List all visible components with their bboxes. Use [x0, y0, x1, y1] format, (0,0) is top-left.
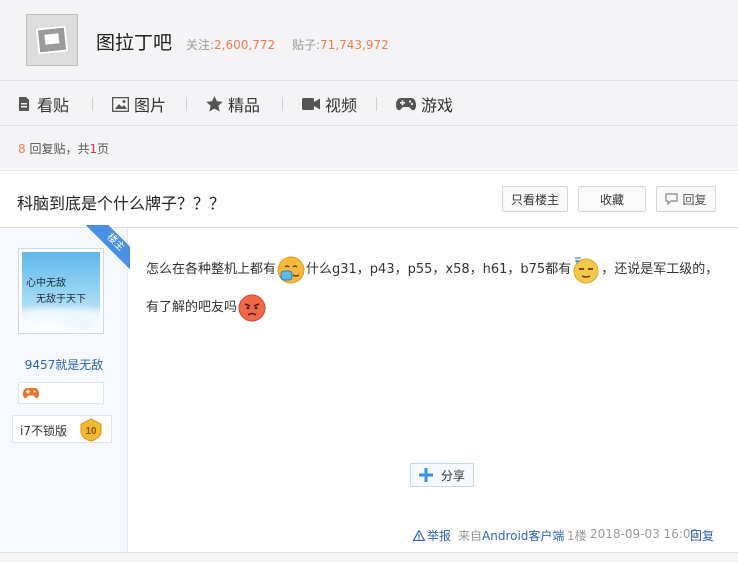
post-content: 怎么在各种整机上都有 什么g31，p43，p55，x58，h61，b75都有 ，还说… — [146, 251, 726, 327]
member-level[interactable]: i7不锁版 10 — [12, 415, 112, 443]
nav-divider — [376, 97, 377, 111]
tab-images[interactable]: 图片 — [112, 93, 166, 115]
report-link[interactable]: 举报 — [413, 527, 451, 544]
post-divider — [0, 552, 738, 562]
tab-games[interactable]: 游戏 — [396, 93, 453, 115]
plus-icon — [418, 468, 433, 482]
share-button[interactable]: 分享 — [410, 463, 474, 487]
sweat-emoji-icon — [573, 257, 599, 283]
thread-title: 科脑到底是个什么牌子？？？ — [17, 194, 226, 213]
username[interactable]: 9457就是无敌 — [0, 356, 128, 373]
nav-divider — [186, 97, 187, 111]
warning-icon — [413, 530, 425, 541]
tab-featured[interactable]: 精品 — [206, 93, 260, 115]
posts-stat: 贴子:71,743,972 — [292, 38, 389, 52]
video-icon — [302, 98, 320, 110]
image-icon — [112, 96, 129, 112]
post-timestamp: 2018-09-03 16:00 — [590, 527, 699, 541]
post-content-area: 怎么在各种整机上都有 什么g31，p43，p55，x58，h61，b75都有 ，还说… — [129, 229, 738, 552]
gamepad-badge-icon — [23, 388, 39, 399]
follow-stat: 关注:2,600,772 — [186, 38, 276, 52]
user-badges[interactable] — [18, 382, 104, 404]
forum-nav: 看贴 图片 精品 视频 游戏 — [0, 80, 738, 126]
svg-text:10: 10 — [85, 426, 97, 437]
forum-name[interactable]: 图拉丁吧 — [96, 28, 172, 55]
only-op-button[interactable]: 只看楼主 — [502, 186, 568, 212]
comment-icon — [665, 193, 679, 205]
tab-video[interactable]: 视频 — [302, 93, 357, 115]
star-icon — [206, 96, 223, 112]
reply-count-bar: 8 回复贴，共1页 — [0, 126, 738, 170]
document-icon — [19, 97, 29, 111]
nav-divider — [282, 97, 283, 111]
reply-button[interactable]: 回复 — [656, 186, 716, 212]
thread-title-bar: 科脑到底是个什么牌子？？？ 只看楼主 收藏 回复 — [0, 170, 738, 228]
reply-count: 8 回复贴，共1页 — [18, 142, 110, 156]
post-reply-link[interactable]: 回复 — [690, 527, 714, 544]
sneeze-emoji-icon — [277, 256, 305, 283]
angry-emoji-icon — [238, 294, 266, 321]
tab-view-posts[interactable]: 看贴 — [16, 93, 69, 115]
level-badge-icon: 10 — [80, 418, 102, 442]
post-floor-1: 楼主 心中无敌 无敌于天下 9457就是无敌 i7不锁版 10 怎么在各种整机上… — [0, 225, 738, 552]
gamepad-icon — [396, 98, 416, 111]
floor-number: 1楼 — [567, 529, 587, 543]
post-source: 来自Android客户端 — [458, 529, 565, 543]
author-panel: 楼主 心中无敌 无敌于天下 9457就是无敌 i7不锁版 10 — [0, 225, 130, 552]
nav-divider — [92, 97, 93, 111]
forum-logo[interactable] — [26, 14, 78, 66]
favorite-button[interactable]: 收藏 — [578, 186, 646, 212]
client-link[interactable]: Android客户端 — [482, 529, 564, 543]
avatar[interactable]: 心中无敌 无敌于天下 — [18, 248, 104, 334]
forum-header: 图拉丁吧 关注:2,600,772 贴子:71,743,972 — [0, 0, 738, 80]
